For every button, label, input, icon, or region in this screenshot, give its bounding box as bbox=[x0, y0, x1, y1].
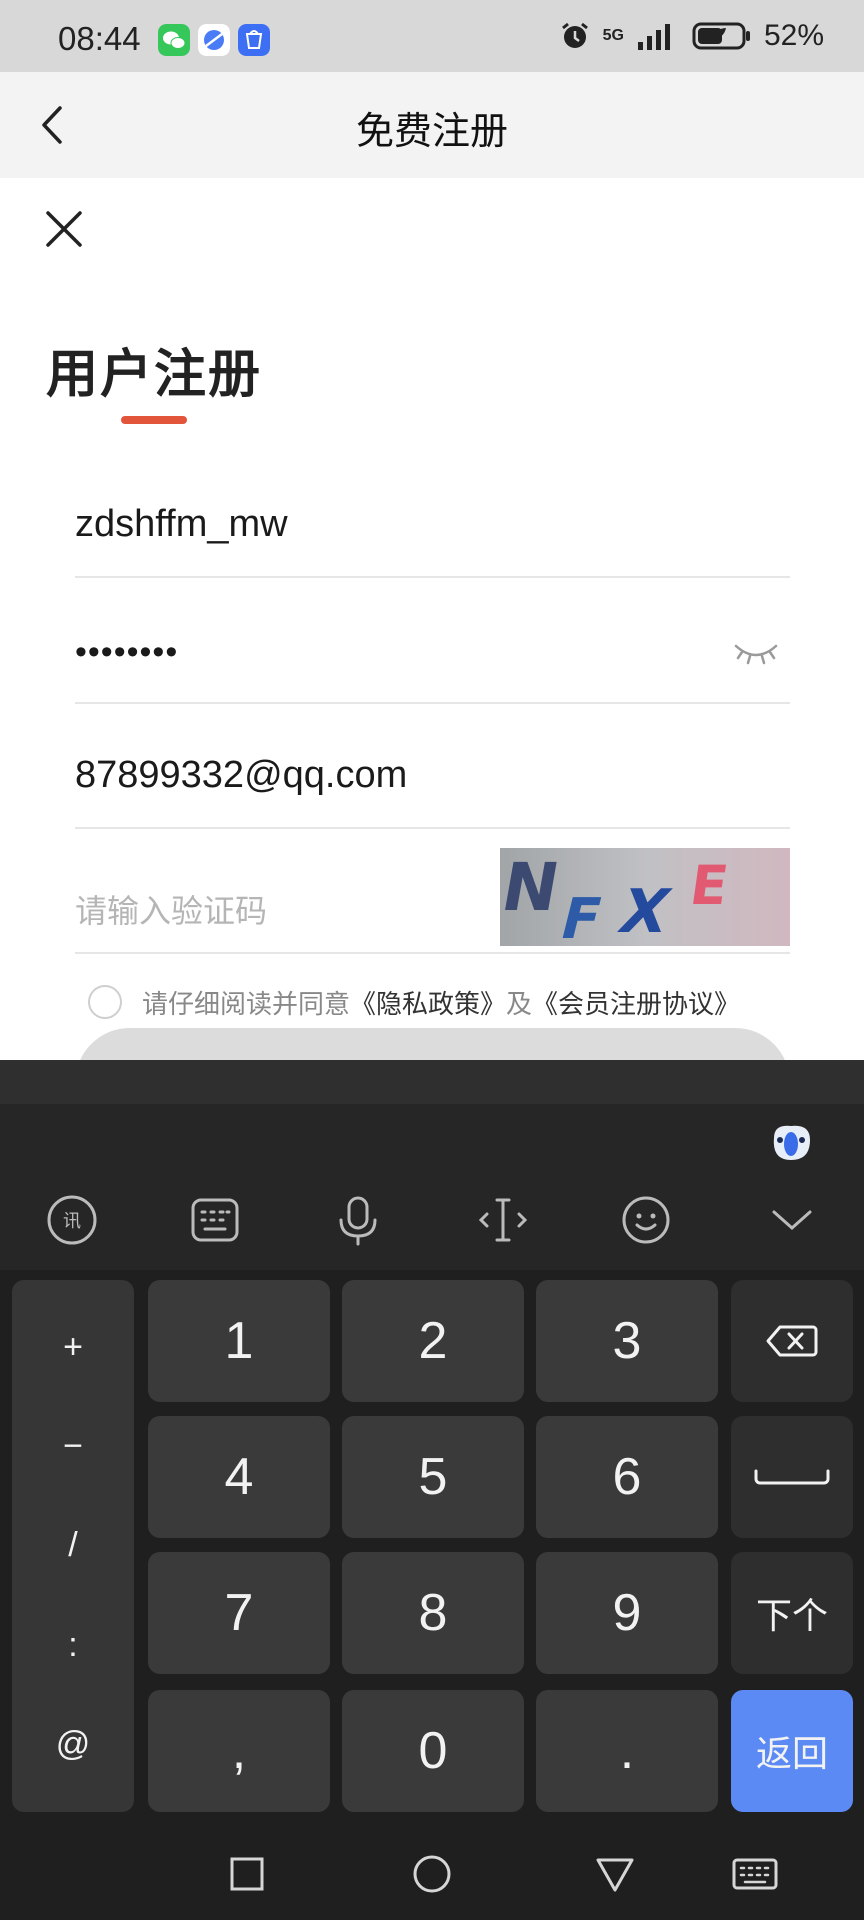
numeric-keyboard: 讯 + − / : @ 1 2 3 4 5 6 7 8 9 下个 , 0 . 返… bbox=[0, 1060, 864, 1920]
eye-closed-icon[interactable] bbox=[732, 638, 780, 668]
agree-and: 及 bbox=[506, 988, 533, 1019]
network-type: 5G bbox=[602, 27, 624, 44]
close-icon[interactable] bbox=[40, 205, 88, 253]
password-value: •••••••• bbox=[75, 633, 179, 671]
home-icon[interactable] bbox=[410, 1852, 454, 1896]
status-right: 5G 52% bbox=[559, 18, 824, 54]
key-slash[interactable]: / bbox=[68, 1526, 77, 1565]
keyboard-layout-icon[interactable] bbox=[187, 1192, 243, 1248]
key-4[interactable]: 4 bbox=[148, 1416, 330, 1538]
app-market-icon bbox=[238, 24, 270, 56]
username-field[interactable]: zdshffm_mw bbox=[75, 454, 790, 578]
key-0[interactable]: 0 bbox=[342, 1690, 524, 1812]
status-bar: 08:44 5G 52% bbox=[0, 0, 864, 72]
agree-prefix: 请仔细阅读并同意 bbox=[142, 988, 351, 1019]
key-3[interactable]: 3 bbox=[536, 1280, 718, 1402]
title-underline bbox=[121, 416, 187, 424]
microphone-icon[interactable] bbox=[330, 1192, 386, 1248]
captcha-image[interactable]: N F X E bbox=[500, 848, 790, 946]
keys-area: + − / : @ 1 2 3 4 5 6 7 8 9 下个 , 0 . 返回 bbox=[0, 1270, 864, 1870]
next-key[interactable]: 下个 bbox=[731, 1552, 853, 1674]
browser-icon bbox=[198, 24, 230, 56]
emoji-icon[interactable] bbox=[618, 1192, 674, 1248]
comma-key[interactable]: , bbox=[148, 1690, 330, 1812]
status-time: 08:44 bbox=[58, 20, 141, 57]
input-method-icon[interactable]: 讯 bbox=[44, 1192, 100, 1248]
period-key[interactable]: . bbox=[536, 1690, 718, 1812]
key-1[interactable]: 1 bbox=[148, 1280, 330, 1402]
privacy-policy-link[interactable]: 《隐私政策》 bbox=[350, 989, 506, 1019]
key-9[interactable]: 9 bbox=[536, 1552, 718, 1674]
svg-text:讯: 讯 bbox=[63, 1211, 81, 1232]
key-colon[interactable]: : bbox=[68, 1626, 77, 1665]
app-header: 免费注册 bbox=[0, 72, 864, 178]
collapse-keyboard-icon[interactable] bbox=[764, 1192, 820, 1248]
key-7[interactable]: 7 bbox=[148, 1552, 330, 1674]
password-field[interactable]: •••••••• bbox=[75, 580, 790, 704]
backspace-key[interactable] bbox=[731, 1280, 853, 1402]
keyboard-top-strip bbox=[0, 1060, 864, 1104]
cursor-move-icon[interactable] bbox=[475, 1192, 531, 1248]
return-key[interactable]: 返回 bbox=[731, 1690, 853, 1812]
key-5[interactable]: 5 bbox=[342, 1416, 524, 1538]
captcha-input[interactable] bbox=[75, 893, 475, 930]
key-at[interactable]: @ bbox=[56, 1725, 91, 1764]
agree-radio[interactable] bbox=[88, 985, 122, 1019]
keyboard-switch-icon[interactable] bbox=[731, 1852, 779, 1896]
key-plus[interactable]: + bbox=[63, 1328, 83, 1367]
key-minus[interactable]: − bbox=[63, 1427, 83, 1466]
alarm-icon bbox=[561, 22, 588, 48]
header-title: 免费注册 bbox=[355, 111, 508, 153]
key-6[interactable]: 6 bbox=[536, 1416, 718, 1538]
symbol-column[interactable]: + − / : @ bbox=[12, 1280, 134, 1812]
space-key[interactable] bbox=[731, 1416, 853, 1538]
recent-apps-icon[interactable] bbox=[225, 1852, 269, 1896]
agreement-text: 请仔细阅读并同意《隐私政策》及《会员注册协议》 bbox=[142, 984, 740, 1021]
email-value: 87899332@qq.com bbox=[75, 754, 408, 796]
signal-icon bbox=[637, 24, 670, 50]
back-nav-icon[interactable] bbox=[593, 1852, 637, 1896]
battery-level: 52% bbox=[763, 19, 824, 52]
captcha-field[interactable]: N F X E bbox=[75, 830, 790, 954]
page-title: 用户注册 bbox=[46, 346, 263, 404]
key-8[interactable]: 8 bbox=[342, 1552, 524, 1674]
battery-icon bbox=[692, 22, 750, 50]
member-agreement-link[interactable]: 《会员注册协议》 bbox=[532, 989, 740, 1019]
username-value: zdshffm_mw bbox=[75, 503, 288, 545]
backspace-icon bbox=[766, 1325, 818, 1357]
wechat-icon bbox=[158, 24, 190, 56]
keyboard-mascot-icon[interactable] bbox=[766, 1118, 816, 1168]
key-2[interactable]: 2 bbox=[342, 1280, 524, 1402]
agreement-row: 请仔细阅读并同意《隐私政策》及《会员注册协议》 bbox=[88, 980, 740, 1024]
email-field[interactable]: 87899332@qq.com bbox=[75, 705, 790, 829]
space-icon bbox=[754, 1469, 830, 1485]
